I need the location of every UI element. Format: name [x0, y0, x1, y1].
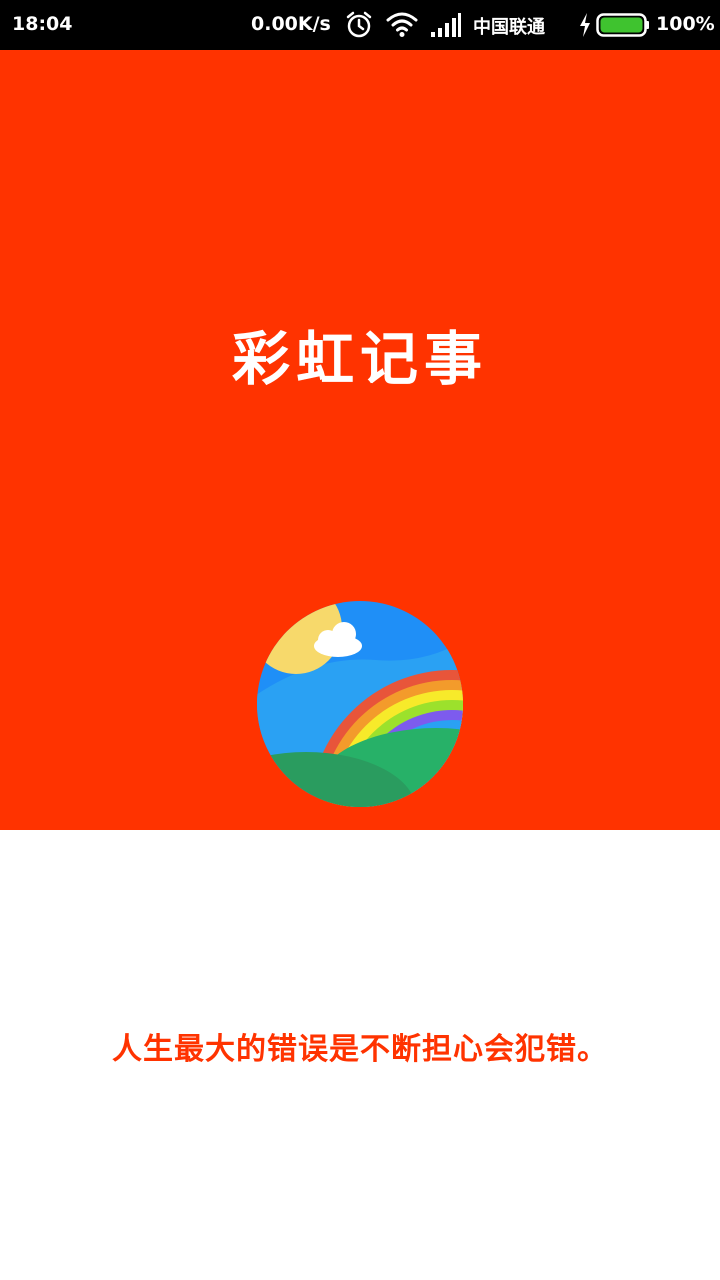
status-bar: 18:04 0.00K/s 中国联通 100% — [0, 0, 720, 50]
splash-quote: 人生最大的错误是不断担心会犯错。 — [112, 1032, 608, 1067]
battery-percent: 100% — [656, 13, 715, 35]
wifi-icon — [386, 12, 418, 37]
status-time: 18:04 — [12, 13, 73, 35]
app-title: 彩虹记事 — [231, 325, 488, 393]
signal-icon — [431, 13, 461, 37]
rainbow-logo-icon — [257, 601, 463, 807]
splash-banner: 彩虹记事 — [0, 50, 720, 830]
battery-icon — [596, 13, 649, 37]
alarm-icon — [346, 11, 372, 38]
charging-icon — [580, 13, 590, 37]
carrier-name: 中国联通 — [473, 17, 545, 38]
network-speed: 0.00K/s — [251, 13, 331, 35]
battery-fill — [600, 17, 643, 33]
